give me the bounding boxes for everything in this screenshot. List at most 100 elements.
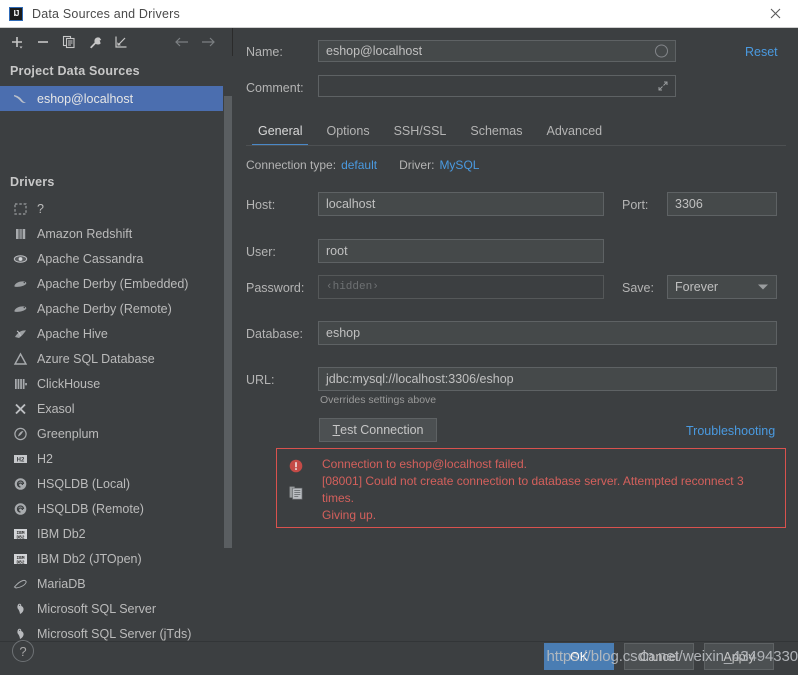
url-input[interactable]: jdbc:mysql://localhost:3306/eshop: [318, 367, 777, 391]
troubleshooting-link[interactable]: Troubleshooting: [686, 424, 775, 438]
driver-list-item[interactable]: IBM DB2 IBM Db2: [0, 521, 223, 546]
driver-list-item[interactable]: Azure SQL Database: [0, 346, 223, 371]
sidebar-scrollbar-thumb[interactable]: [224, 96, 232, 548]
tab-schemas[interactable]: Schemas: [458, 116, 534, 146]
tab-general[interactable]: General: [246, 116, 314, 146]
sidebar-item-eshop-localhost[interactable]: eshop@localhost: [0, 86, 223, 111]
error-message: Connection to eshop@localhost failed. [0…: [322, 456, 777, 524]
cancel-button[interactable]: Cancel: [624, 643, 694, 670]
driver-label: Driver:: [399, 158, 435, 172]
driver-list-item[interactable]: IBM DB2 IBM Db2 (JTOpen): [0, 546, 223, 571]
driver-list-item[interactable]: Apache Derby (Embedded): [0, 271, 223, 296]
user-label: User:: [246, 245, 276, 259]
database-label: Database:: [246, 327, 303, 341]
test-connection-button[interactable]: Test Connection: [319, 418, 437, 442]
name-input[interactable]: eshop@localhost: [318, 40, 676, 62]
chevron-down-icon: [758, 284, 768, 290]
port-input-value: 3306: [675, 197, 703, 211]
tab-options[interactable]: Options: [314, 116, 381, 146]
database-input[interactable]: eshop: [318, 321, 777, 345]
password-label: Password:: [246, 281, 305, 295]
driver-list-item[interactable]: Greenplum: [0, 421, 223, 446]
sidebar-toolbar: [0, 28, 233, 56]
save-password-dropdown[interactable]: Forever: [667, 275, 777, 299]
driver-list-item-label: Microsoft SQL Server: [37, 601, 157, 616]
driver-list-item-label: IBM Db2 (JTOpen): [37, 551, 142, 566]
driver-list-item[interactable]: Exasol: [0, 396, 223, 421]
tab-advanced[interactable]: Advanced: [535, 116, 615, 146]
h2-icon: H2: [11, 451, 29, 467]
driver-list-item-label: Amazon Redshift: [37, 226, 133, 241]
driver-list-item-label: H2: [37, 451, 53, 466]
remove-button[interactable]: [30, 29, 56, 55]
comment-label: Comment:: [246, 81, 304, 95]
driver-list-item[interactable]: ClickHouse: [0, 371, 223, 396]
tab-ssh-ssl[interactable]: SSH/SSL: [382, 116, 459, 146]
driver-list-item[interactable]: Microsoft SQL Server: [0, 596, 223, 621]
driver-list-item[interactable]: MariaDB: [0, 571, 223, 596]
error-line-3: Giving up.: [322, 508, 377, 522]
sidebar-panel: Project Data Sources eshop@localhost Dri…: [0, 28, 233, 666]
expand-editor-icon[interactable]: [657, 80, 669, 92]
forward-arrow-icon[interactable]: [195, 29, 221, 55]
help-button[interactable]: ?: [12, 640, 34, 662]
driver-list-item[interactable]: HSQLDB (Remote): [0, 496, 223, 521]
host-input[interactable]: localhost: [318, 192, 604, 216]
close-icon[interactable]: [752, 0, 798, 27]
sidebar-item-label: eshop@localhost: [37, 91, 134, 106]
save-password-value: Forever: [675, 280, 719, 294]
mssql-icon: [11, 626, 29, 642]
driver-list-item[interactable]: Apache Hive: [0, 321, 223, 346]
ibm-db2-icon: IBM DB2: [11, 551, 29, 567]
test-connection-mnemonic: T: [332, 423, 341, 437]
password-input[interactable]: ‹hidden›: [318, 275, 604, 299]
driver-list-item-label: Apache Cassandra: [37, 251, 144, 266]
svg-text:DB2: DB2: [16, 535, 24, 540]
error-line-2: [08001] Could not create connection to d…: [322, 474, 744, 505]
driver-value[interactable]: MySQL: [439, 158, 479, 172]
azure-icon: [11, 351, 29, 367]
driver-list-item[interactable]: ?: [0, 196, 223, 221]
driver-list-item[interactable]: Amazon Redshift: [0, 221, 223, 246]
error-line-1: Connection to eshop@localhost failed.: [322, 457, 527, 471]
driver-list-item-label: Microsoft SQL Server (jTds): [37, 626, 192, 641]
name-label: Name:: [246, 45, 283, 59]
copy-to-clipboard-icon[interactable]: [289, 485, 303, 500]
comment-input[interactable]: [318, 75, 676, 97]
driver-list-item-label: ClickHouse: [37, 376, 101, 391]
user-input[interactable]: root: [318, 239, 604, 263]
wrench-icon[interactable]: [82, 29, 108, 55]
duplicate-button[interactable]: [56, 29, 82, 55]
import-arrow-icon[interactable]: [108, 29, 134, 55]
url-label: URL:: [246, 373, 275, 387]
host-label: Host:: [246, 198, 276, 212]
window-titlebar: IJ Data Sources and Drivers: [0, 0, 798, 28]
connection-type-value[interactable]: default: [341, 158, 377, 172]
error-circle-icon: [289, 459, 303, 473]
drivers-list: ? Amazon Redshift Apache Cassandra Apache D…: [0, 196, 223, 671]
back-arrow-icon[interactable]: [169, 29, 195, 55]
exasol-x-icon: [11, 401, 29, 417]
apply-button[interactable]: Apply: [704, 643, 774, 670]
tabs-divider: [246, 145, 786, 146]
database-input-value: eshop: [326, 326, 361, 340]
driver-list-item[interactable]: Apache Derby (Remote): [0, 296, 223, 321]
color-circle-icon[interactable]: [655, 44, 668, 58]
redshift-icon: [11, 226, 29, 242]
driver-list-item[interactable]: HSQLDB (Local): [0, 471, 223, 496]
driver-list-item-label: Exasol: [37, 401, 75, 416]
save-label: Save:: [622, 281, 654, 295]
driver-list-item-label: Greenplum: [37, 426, 99, 441]
driver-list-item-label: Apache Hive: [37, 326, 108, 341]
driver-list-item[interactable]: Apache Cassandra: [0, 246, 223, 271]
driver-list-item-label: Azure SQL Database: [37, 351, 155, 366]
mssql-icon: [11, 601, 29, 617]
ok-button[interactable]: OK: [544, 643, 614, 670]
add-button[interactable]: [4, 29, 30, 55]
driver-list-item-label: MariaDB: [37, 576, 86, 591]
connection-error-box: Connection to eshop@localhost failed. [0…: [276, 448, 786, 528]
driver-list-item[interactable]: H2 H2: [0, 446, 223, 471]
reset-link[interactable]: Reset: [745, 45, 778, 59]
port-input[interactable]: 3306: [667, 192, 777, 216]
test-connection-label: est Connection: [340, 423, 424, 437]
